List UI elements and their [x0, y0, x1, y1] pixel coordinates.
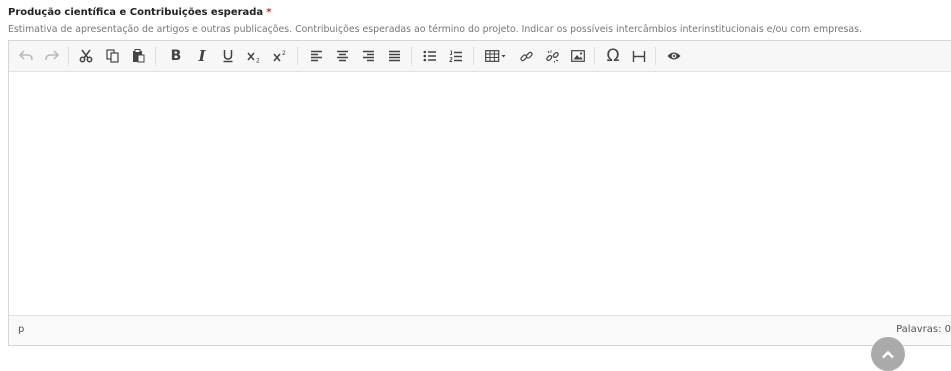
- image-button[interactable]: [567, 46, 589, 66]
- subscript-icon: 2: [247, 49, 261, 63]
- align-center-icon: [336, 50, 349, 62]
- align-justify-button[interactable]: [383, 46, 405, 66]
- required-marker: *: [266, 7, 272, 18]
- image-icon: [571, 50, 585, 62]
- undo-button[interactable]: [15, 46, 37, 66]
- horizontal-rule-button[interactable]: [628, 46, 650, 66]
- link-icon: [519, 50, 533, 63]
- superscript-icon: 2: [273, 49, 287, 63]
- bullet-list-icon: [423, 50, 437, 62]
- copy-icon: [105, 49, 119, 63]
- link-button[interactable]: [515, 46, 537, 66]
- table-button[interactable]: [481, 46, 511, 66]
- editor-statusbar: p Palavras: 0: [9, 315, 951, 345]
- table-icon: [485, 50, 507, 62]
- word-count: Palavras: 0: [896, 324, 951, 335]
- toolbar-separator: [297, 47, 298, 65]
- unlink-button[interactable]: [541, 46, 563, 66]
- element-path[interactable]: p: [18, 324, 24, 335]
- field-label: Produção científica e Contribuições espe…: [8, 7, 271, 18]
- align-right-icon: [362, 50, 375, 62]
- paste-button[interactable]: [127, 46, 149, 66]
- align-justify-icon: [388, 50, 401, 62]
- italic-button[interactable]: I: [191, 46, 213, 66]
- numbered-list-icon: [449, 50, 463, 63]
- align-center-button[interactable]: [331, 46, 353, 66]
- cut-icon: [79, 49, 93, 63]
- unlink-icon: [545, 50, 559, 63]
- toolbar-separator: [155, 47, 156, 65]
- toolbar-separator: [594, 47, 595, 65]
- preview-button[interactable]: [663, 46, 685, 66]
- special-char-button[interactable]: Ω: [602, 46, 624, 66]
- underline-icon: [222, 49, 234, 63]
- editor-content-area[interactable]: [9, 72, 951, 315]
- rich-text-editor: B I 2 2 Ω p Palavras: 0: [8, 40, 951, 346]
- editor-toolbar: B I 2 2 Ω: [9, 41, 951, 72]
- scroll-to-top-button[interactable]: [871, 337, 905, 371]
- paste-icon: [132, 49, 145, 63]
- chevron-up-icon: [881, 344, 895, 363]
- toolbar-separator: [68, 47, 69, 65]
- svg-text:2: 2: [282, 50, 286, 57]
- bold-icon: B: [170, 48, 182, 64]
- field-title-text: Produção científica e Contribuições espe…: [8, 7, 264, 18]
- copy-button[interactable]: [101, 46, 123, 66]
- italic-icon: I: [198, 46, 206, 65]
- toolbar-separator: [473, 47, 474, 65]
- bold-button[interactable]: B: [165, 46, 187, 66]
- superscript-button[interactable]: 2: [269, 46, 291, 66]
- svg-text:2: 2: [256, 58, 260, 64]
- special-char-icon: Ω: [606, 45, 620, 66]
- align-left-button[interactable]: [305, 46, 327, 66]
- align-left-icon: [310, 50, 323, 62]
- numbered-list-button[interactable]: [445, 46, 467, 66]
- subscript-button[interactable]: 2: [243, 46, 265, 66]
- preview-icon: [667, 51, 681, 61]
- redo-icon: [45, 50, 59, 62]
- horizontal-rule-icon: [632, 50, 646, 63]
- toolbar-separator: [655, 47, 656, 65]
- underline-button[interactable]: [217, 46, 239, 66]
- bullet-list-button[interactable]: [419, 46, 441, 66]
- undo-icon: [19, 50, 33, 62]
- redo-button[interactable]: [41, 46, 63, 66]
- field-help-text: Estimativa de apresentação de artigos e …: [8, 24, 863, 35]
- cut-button[interactable]: [75, 46, 97, 66]
- toolbar-separator: [411, 47, 412, 65]
- align-right-button[interactable]: [357, 46, 379, 66]
